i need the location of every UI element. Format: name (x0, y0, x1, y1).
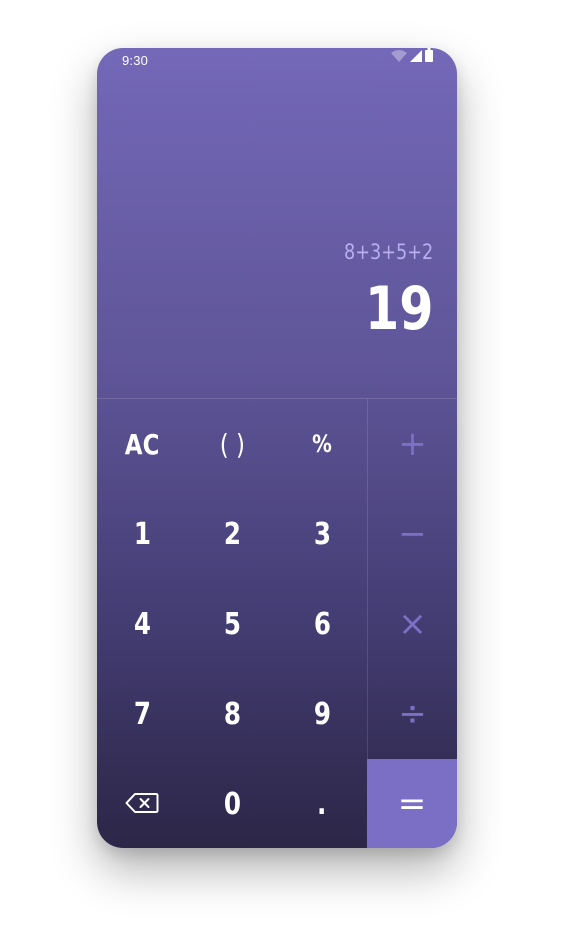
digit-9-label: 9 (313, 696, 331, 732)
clear-button-label: AC (124, 427, 160, 461)
expression-text: 8+3+5+2 (343, 240, 433, 264)
digit-1-button[interactable]: 1 (97, 489, 187, 579)
add-label: + (398, 424, 427, 464)
divide-label: ÷ (398, 694, 427, 734)
decimal-button[interactable]: . (277, 759, 367, 848)
digit-5-button[interactable]: 5 (187, 579, 277, 669)
display-area: 8+3+5+2 19 (97, 48, 457, 398)
backspace-icon (125, 787, 159, 822)
percent-button-label: % (312, 430, 332, 458)
multiply-label: × (398, 604, 427, 644)
digit-4-label: 4 (133, 606, 151, 642)
add-button[interactable]: + (368, 399, 457, 489)
digit-2-label: 2 (223, 516, 241, 552)
parentheses-button[interactable]: ( ) (187, 399, 277, 489)
parentheses-button-label: ( ) (219, 427, 245, 461)
number-keypad: AC ( ) % 1 2 3 4 5 6 7 8 9 0 . (97, 399, 367, 848)
digit-7-button[interactable]: 7 (97, 669, 187, 759)
digit-0-label: 0 (223, 786, 241, 822)
digit-6-button[interactable]: 6 (277, 579, 367, 669)
digit-4-button[interactable]: 4 (97, 579, 187, 669)
result-text: 19 (364, 274, 433, 344)
digit-1-label: 1 (133, 516, 151, 552)
digit-8-label: 8 (223, 696, 241, 732)
multiply-button[interactable]: × (368, 579, 457, 669)
equals-button[interactable]: = (367, 759, 457, 848)
digit-9-button[interactable]: 9 (277, 669, 367, 759)
digit-0-button[interactable]: 0 (187, 759, 277, 848)
subtract-label: − (398, 514, 427, 554)
subtract-button[interactable]: − (368, 489, 457, 579)
decimal-label: . (317, 786, 327, 822)
divide-button[interactable]: ÷ (368, 669, 457, 759)
digit-2-button[interactable]: 2 (187, 489, 277, 579)
stage: 9:30 8+3+5+2 19 AC () % 1 2 3 4 5 6 7 8… (0, 0, 567, 934)
digit-3-button[interactable]: 3 (277, 489, 367, 579)
calculator-app: 9:30 8+3+5+2 19 AC () % 1 2 3 4 5 6 7 8… (97, 48, 457, 848)
clear-button[interactable]: AC (97, 399, 187, 489)
digit-8-button[interactable]: 8 (187, 669, 277, 759)
digit-5-label: 5 (223, 606, 241, 642)
equals-label: = (397, 783, 427, 824)
digit-7-label: 7 (133, 696, 151, 732)
backspace-button[interactable] (97, 759, 187, 848)
digit-6-label: 6 (313, 606, 331, 642)
digit-3-label: 3 (313, 516, 331, 552)
percent-button[interactable]: % (277, 399, 367, 489)
